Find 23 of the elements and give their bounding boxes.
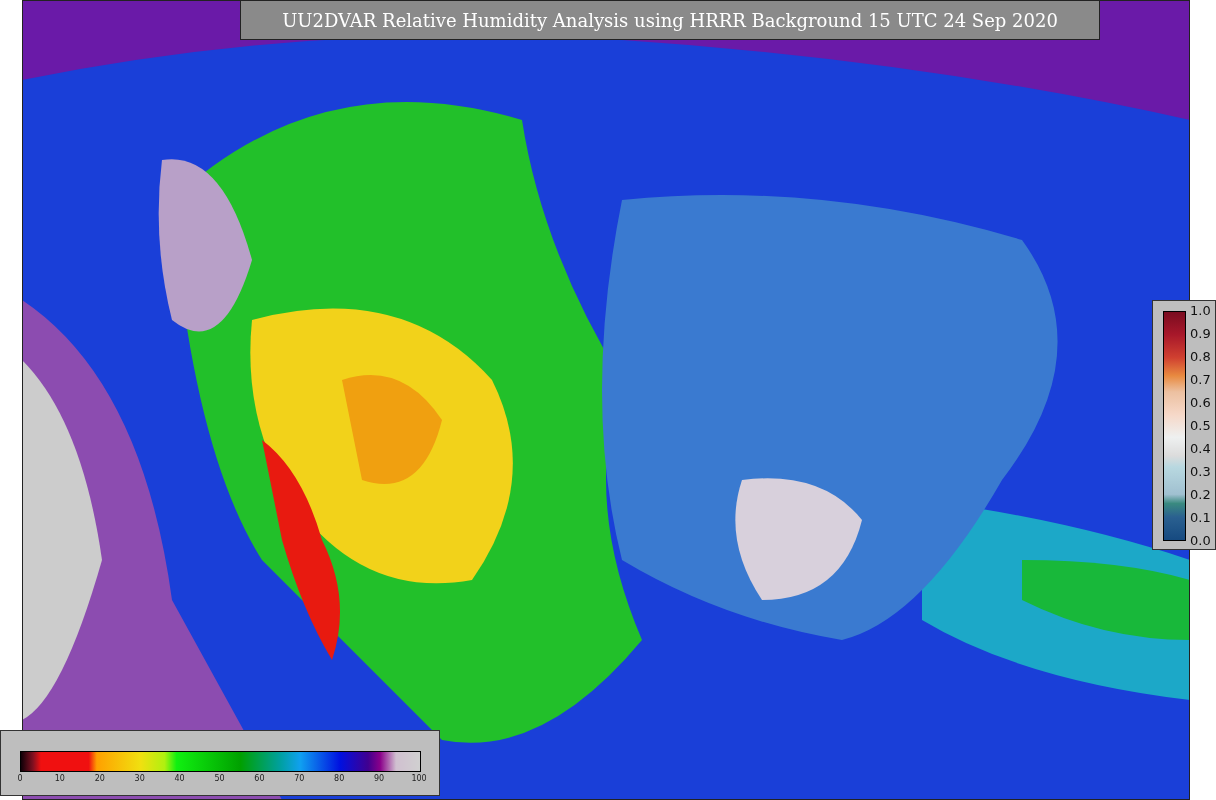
tick-label: 0.3 bbox=[1190, 463, 1211, 481]
tick-label: 40 bbox=[173, 774, 186, 783]
tick-label: 100 bbox=[410, 774, 428, 783]
tick-label: 0.7 bbox=[1190, 371, 1211, 389]
tick-label: 0 bbox=[16, 774, 24, 783]
tick-label: 0.8 bbox=[1190, 348, 1211, 366]
tick-label: 0.6 bbox=[1190, 394, 1211, 412]
tick-label: 0.9 bbox=[1190, 325, 1211, 343]
tick-label: 0.5 bbox=[1190, 417, 1211, 435]
tick-label: 1.0 bbox=[1190, 302, 1211, 320]
map-title: UU2DVAR Relative Humidity Analysis using HRRR Background 15 UTC 24 Sep 2020 bbox=[240, 0, 1100, 40]
tick-label: 0.4 bbox=[1190, 440, 1211, 458]
tick-label: 0.0 bbox=[1190, 532, 1211, 550]
tick-label: 70 bbox=[293, 774, 306, 783]
tick-label: 10 bbox=[53, 774, 66, 783]
tick-label: 60 bbox=[253, 774, 266, 783]
tick-label: 0.2 bbox=[1190, 486, 1211, 504]
tick-label: 50 bbox=[213, 774, 226, 783]
tick-label: 80 bbox=[333, 774, 346, 783]
tick-label: 0.1 bbox=[1190, 509, 1211, 527]
tick-label: 30 bbox=[133, 774, 146, 783]
tick-label: 20 bbox=[93, 774, 106, 783]
tick-label: 90 bbox=[373, 774, 386, 783]
